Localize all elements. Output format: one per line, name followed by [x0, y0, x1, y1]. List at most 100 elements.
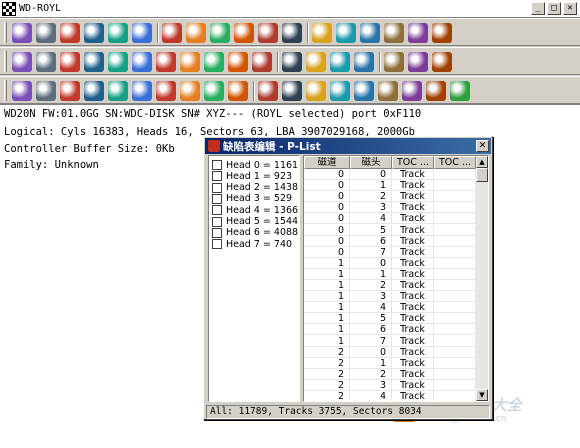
- vertical-scrollbar[interactable]: ▲ ▼: [476, 156, 488, 401]
- chip-icon[interactable]: [186, 23, 206, 43]
- grid2-icon[interactable]: [228, 81, 248, 101]
- file-icon[interactable]: [432, 52, 452, 72]
- table-row[interactable]: 1 2 Track: [304, 280, 476, 291]
- truck-icon[interactable]: [282, 81, 302, 101]
- column-header-toc2[interactable]: TOC ...: [434, 156, 476, 169]
- gear-icon[interactable]: [84, 81, 104, 101]
- runner-icon[interactable]: [84, 23, 104, 43]
- toolbar-grip[interactable]: [4, 22, 7, 43]
- terminal-icon[interactable]: [180, 81, 200, 101]
- table-row[interactable]: 1 7 Track: [304, 335, 476, 347]
- globe-icon[interactable]: [132, 23, 152, 43]
- block-icon[interactable]: [330, 81, 350, 101]
- screen-icon[interactable]: [408, 23, 428, 43]
- edit-icon[interactable]: [282, 23, 302, 43]
- magnifier-page-icon[interactable]: [378, 81, 398, 101]
- head-list-item[interactable]: Head 2 = 1438: [212, 182, 298, 194]
- chart-icon[interactable]: [204, 52, 224, 72]
- dial-icon[interactable]: [204, 81, 224, 101]
- head-checkbox[interactable]: [212, 227, 222, 238]
- column-header-head[interactable]: 磁头: [350, 156, 392, 169]
- star-icon[interactable]: [132, 52, 152, 72]
- power-icon[interactable]: [108, 23, 128, 43]
- table-row[interactable]: 2 4 Track: [304, 391, 476, 401]
- info-icon[interactable]: [12, 23, 32, 43]
- head-list-item[interactable]: Head 0 = 1161: [212, 159, 298, 171]
- tree-icon[interactable]: [132, 81, 152, 101]
- head-checkbox[interactable]: [212, 193, 222, 204]
- table-row[interactable]: 0 2 Track: [304, 191, 476, 203]
- download-icon[interactable]: [336, 23, 356, 43]
- scroll-down-button[interactable]: ▼: [476, 389, 488, 401]
- column-header-toc1[interactable]: TOC ...: [392, 156, 434, 169]
- head-list-item[interactable]: Head 5 = 1544: [212, 216, 298, 228]
- notepad-icon[interactable]: [84, 52, 104, 72]
- column-header-track[interactable]: 磁道: [304, 156, 350, 169]
- note-icon[interactable]: [426, 81, 446, 101]
- head-list-item[interactable]: Head 4 = 1366: [212, 204, 298, 216]
- table-row[interactable]: 1 0 Track: [304, 257, 476, 269]
- scroll-up-button[interactable]: ▲: [476, 156, 488, 168]
- table-row[interactable]: 1 4 Track: [304, 302, 476, 314]
- table-row[interactable]: 0 0 Track: [304, 169, 476, 180]
- window-icon[interactable]: [252, 52, 272, 72]
- table-row[interactable]: 1 6 Track: [304, 324, 476, 336]
- docs-icon[interactable]: [210, 23, 230, 43]
- table-row[interactable]: 2 1 Track: [304, 357, 476, 369]
- head-list-item[interactable]: Head 7 = 740: [212, 238, 292, 250]
- wand-icon[interactable]: [60, 52, 80, 72]
- table-row[interactable]: 0 7 Track: [304, 246, 476, 258]
- tools2-icon[interactable]: [108, 81, 128, 101]
- copy-icon[interactable]: [384, 23, 404, 43]
- bell-icon[interactable]: [354, 52, 374, 72]
- media-icon[interactable]: [36, 52, 56, 72]
- head-list-item[interactable]: Head 3 = 529: [212, 193, 292, 205]
- refresh-icon[interactable]: [312, 23, 332, 43]
- toolbar-grip[interactable]: [4, 51, 7, 72]
- pencil-check-icon[interactable]: [162, 23, 182, 43]
- export-icon[interactable]: [408, 52, 428, 72]
- calendar-icon[interactable]: [354, 81, 374, 101]
- head-checkbox[interactable]: [212, 216, 222, 227]
- head-list-item[interactable]: Head 1 = 923: [212, 170, 292, 182]
- search-icon[interactable]: [450, 81, 470, 101]
- tools-icon[interactable]: [60, 23, 80, 43]
- toolbar-grip[interactable]: [4, 80, 7, 101]
- network-icon[interactable]: [180, 52, 200, 72]
- table-row[interactable]: 2 0 Track: [304, 346, 476, 358]
- brush-icon[interactable]: [12, 81, 32, 101]
- table-row[interactable]: 1 3 Track: [304, 291, 476, 303]
- apple-icon[interactable]: [384, 52, 404, 72]
- tube-icon[interactable]: [156, 52, 176, 72]
- shapes-icon[interactable]: [228, 52, 248, 72]
- head-checkbox[interactable]: [212, 160, 222, 170]
- play-icon[interactable]: [306, 81, 326, 101]
- bag-icon[interactable]: [12, 52, 32, 72]
- check-icon[interactable]: [36, 23, 56, 43]
- grid-icon[interactable]: [234, 23, 254, 43]
- head-list-item[interactable]: Head 6 = 4088: [212, 227, 298, 239]
- defect-grid[interactable]: 磁道 磁头 TOC ... TOC ... 0 0 Track 0 1 Track 0 2 Tr…: [303, 155, 489, 402]
- scroll-thumb[interactable]: [476, 168, 488, 182]
- monitor-icon[interactable]: [360, 23, 380, 43]
- dialog-title-bar[interactable]: 缺陷表编辑 - P-List ✕: [205, 138, 491, 154]
- stop-icon[interactable]: [306, 52, 326, 72]
- table-row[interactable]: 2 2 Track: [304, 368, 476, 380]
- table-row[interactable]: 0 6 Track: [304, 235, 476, 247]
- head-checkbox[interactable]: [212, 239, 222, 250]
- table-row[interactable]: 1 5 Track: [304, 313, 476, 325]
- settings-icon[interactable]: [36, 81, 56, 101]
- delete-icon[interactable]: [402, 81, 422, 101]
- table-row[interactable]: 0 1 Track: [304, 180, 476, 192]
- server-icon[interactable]: [108, 52, 128, 72]
- head-checkbox[interactable]: [212, 182, 222, 193]
- cancel-icon[interactable]: [330, 52, 350, 72]
- table-row[interactable]: 0 3 Track: [304, 202, 476, 214]
- desk-icon[interactable]: [156, 81, 176, 101]
- sync-icon[interactable]: [258, 81, 278, 101]
- table-row[interactable]: 2 3 Track: [304, 379, 476, 391]
- table-row[interactable]: 0 4 Track: [304, 213, 476, 225]
- table-row[interactable]: 0 5 Track: [304, 224, 476, 236]
- close-button[interactable]: ✕: [563, 2, 577, 15]
- add-table-icon[interactable]: [258, 23, 278, 43]
